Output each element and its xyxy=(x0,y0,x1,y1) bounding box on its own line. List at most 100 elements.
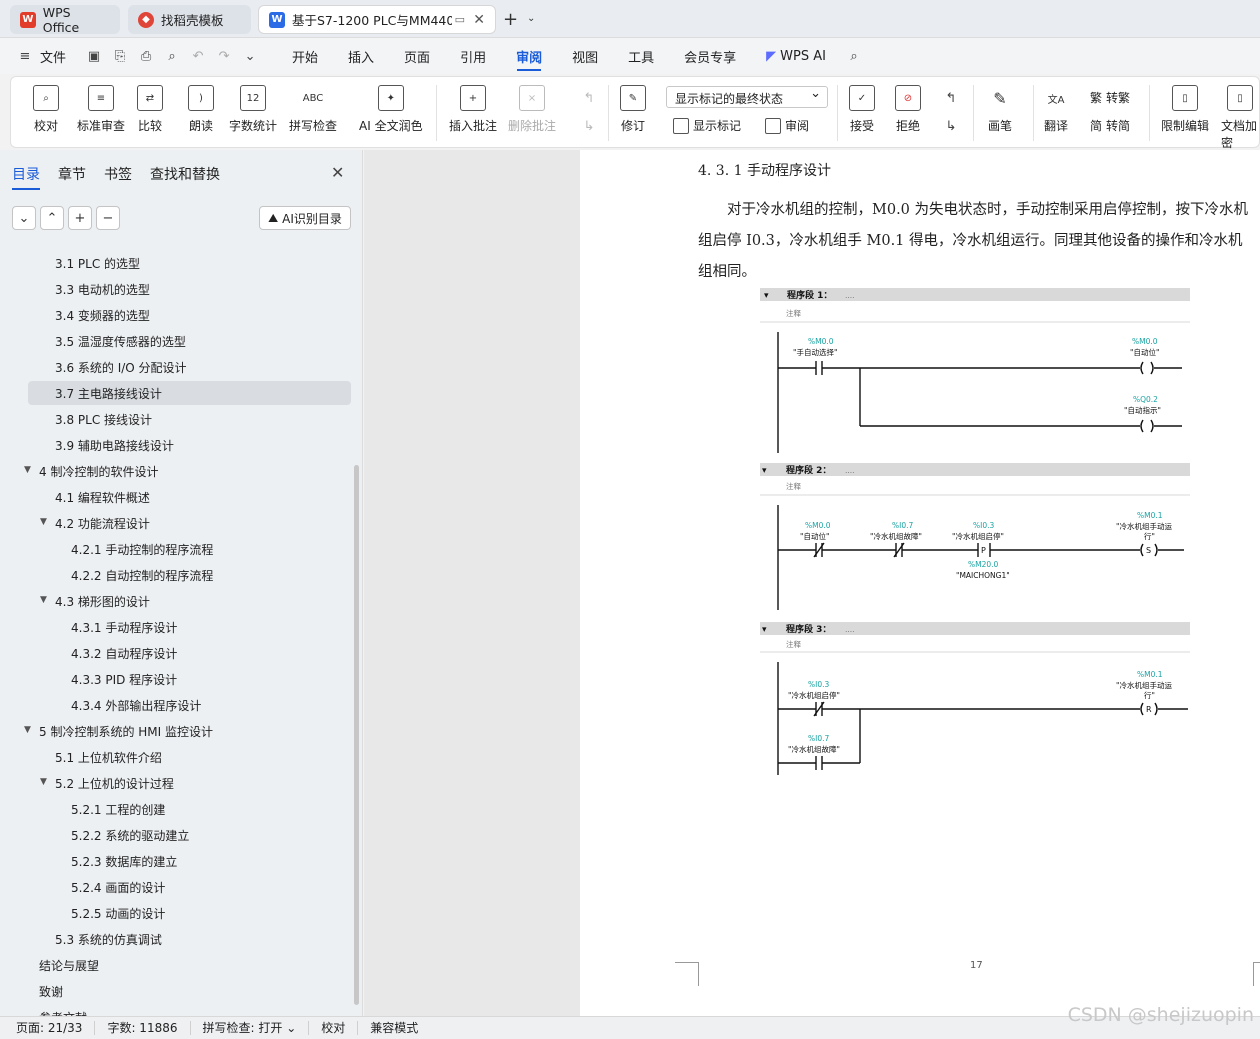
tab-bookmarks[interactable]: 书签 xyxy=(104,164,132,184)
collapse-arrow-icon[interactable]: ▼ xyxy=(24,465,31,475)
toc-item[interactable]: 4.1 编程软件概述 xyxy=(55,485,150,509)
markup-display-select[interactable]: 显示标记的最终状态 xyxy=(666,86,828,108)
collapse-arrow-icon[interactable]: ▼ xyxy=(40,777,47,787)
toc-item[interactable]: 5.2.5 动画的设计 xyxy=(71,901,165,925)
toc-item[interactable]: 4.3.2 自动程序设计 xyxy=(71,641,177,665)
to-traditional-button[interactable]: 繁 转繁 xyxy=(1090,89,1130,106)
close-icon[interactable]: ✕ xyxy=(331,163,344,182)
delete-comment-button[interactable]: × 删除批注 xyxy=(508,85,556,134)
toc-item[interactable]: 4 制冷控制的软件设计 xyxy=(39,459,158,483)
accept-button[interactable]: ✓ 接受 xyxy=(849,85,875,134)
toc-item[interactable]: 结论与展望 xyxy=(39,953,99,977)
tab-chapters[interactable]: 章节 xyxy=(58,164,86,184)
toc-item[interactable]: 3.3 电动机的选型 xyxy=(55,277,150,301)
toc-item[interactable]: 5.2.1 工程的创建 xyxy=(71,797,165,821)
ai-recognize-toc-button[interactable]: ⛰ AI识别目录 xyxy=(259,206,351,230)
tab-wps-office[interactable]: W WPS Office xyxy=(10,5,120,35)
tab-document[interactable]: W 基于S7-1200 PLC与MM440 ▭ ✕ xyxy=(258,5,496,34)
search-icon[interactable]: ⌕ xyxy=(843,45,865,67)
network-2-arrow-icon[interactable]: ▾ xyxy=(762,466,767,476)
track-changes-button[interactable]: ✎ 修订 xyxy=(620,85,646,134)
collapse-arrow-icon[interactable]: ▼ xyxy=(40,595,47,605)
network-3-arrow-icon[interactable]: ▾ xyxy=(762,625,767,635)
print-preview-icon[interactable]: ⌕ xyxy=(161,45,183,67)
toc-item[interactable]: 5.2 上位机的设计过程 xyxy=(55,771,174,795)
redo-icon[interactable]: ↷ xyxy=(213,45,235,67)
chevron-down-icon[interactable]: ⌄ xyxy=(239,45,261,67)
toc-item[interactable]: 4.3 梯形图的设计 xyxy=(55,589,150,613)
add-heading-icon[interactable]: + xyxy=(68,206,92,230)
insert-comment-button[interactable]: + 插入批注 xyxy=(449,85,497,134)
menu-references[interactable]: 引用 xyxy=(445,38,501,74)
proofread-button[interactable]: ⌕ 校对 xyxy=(33,85,59,134)
hamburger-icon[interactable]: ≡ xyxy=(14,45,36,67)
remove-heading-icon[interactable]: − xyxy=(96,206,120,230)
tab-toc[interactable]: 目录 xyxy=(12,164,40,190)
next-comment-icon[interactable]: ↳ xyxy=(578,115,600,137)
menu-review[interactable]: 审阅 xyxy=(501,38,557,74)
read-aloud-button[interactable]: ) 朗读 xyxy=(188,85,214,134)
toc-item[interactable]: 4.3.3 PID 程序设计 xyxy=(71,667,177,691)
undo-icon[interactable]: ↶ xyxy=(187,45,209,67)
spell-check-button[interactable]: ABC 拼写检查 xyxy=(289,85,337,134)
toc-item[interactable]: 致谢 xyxy=(39,979,63,1003)
collapse-arrow-icon[interactable]: ▼ xyxy=(24,725,31,735)
toc-item[interactable]: 参考文献 xyxy=(39,1005,87,1017)
toc-item[interactable]: 3.4 变频器的选型 xyxy=(55,303,150,327)
toc-item[interactable]: 4.2.1 手动控制的程序流程 xyxy=(71,537,213,561)
export-icon[interactable]: ⎘ xyxy=(109,45,131,67)
print-icon[interactable]: ⎙ xyxy=(135,45,157,67)
compare-button[interactable]: ⇄ 比较 xyxy=(137,85,163,134)
next-change-icon[interactable]: ↳ xyxy=(940,115,962,137)
chevron-down-icon[interactable]: ⌄ xyxy=(527,13,535,24)
prev-change-icon[interactable]: ↰ xyxy=(940,87,962,109)
toc-item[interactable]: 3.6 系统的 I/O 分配设计 xyxy=(55,355,187,379)
menu-tools[interactable]: 工具 xyxy=(613,38,669,74)
toc-item[interactable]: 4.3.4 外部输出程序设计 xyxy=(71,693,201,717)
menu-view[interactable]: 视图 xyxy=(557,38,613,74)
page-indicator[interactable]: 页面: 21/33 xyxy=(0,1021,96,1035)
menu-page[interactable]: 页面 xyxy=(389,38,445,74)
close-icon[interactable]: ✕ xyxy=(473,12,485,28)
standard-review-button[interactable]: ≡ 标准审查 xyxy=(77,85,125,134)
toc-item[interactable]: 5.1 上位机软件介绍 xyxy=(55,745,162,769)
to-simplified-button[interactable]: 简 转简 xyxy=(1090,117,1130,134)
toc-item[interactable]: 5.2.2 系统的驱动建立 xyxy=(71,823,189,847)
toc-item[interactable]: 3.8 PLC 接线设计 xyxy=(55,407,152,431)
save-icon[interactable]: ▣ xyxy=(83,45,105,67)
scrollbar[interactable] xyxy=(354,465,359,1005)
tab-find-replace[interactable]: 查找和替换 xyxy=(150,164,220,184)
toc-item[interactable]: 3.7 主电路接线设计 xyxy=(28,381,351,405)
new-tab-icon[interactable]: + xyxy=(503,9,518,30)
document-page[interactable]: 4. 3. 1 手动程序设计 对于冷水机组的控制，M0.0 为失电状态时，手动控… xyxy=(580,150,1260,1016)
toc-item[interactable]: 3.9 辅助电路接线设计 xyxy=(55,433,174,457)
word-count-indicator[interactable]: 字数: 11886 xyxy=(95,1021,191,1035)
word-count-button[interactable]: 12 字数统计 xyxy=(229,85,277,134)
encrypt-document-button[interactable]: ▯ 文档加密 xyxy=(1221,85,1259,151)
prev-comment-icon[interactable]: ↰ xyxy=(578,87,600,109)
toc-item[interactable]: 5.2.4 画面的设计 xyxy=(71,875,165,899)
menu-file[interactable]: 文件 xyxy=(38,38,81,74)
review-pane-button[interactable]: 审阅 xyxy=(765,117,809,134)
monitor-icon[interactable]: ▭ xyxy=(455,13,465,26)
reject-button[interactable]: ⊘ 拒绝 xyxy=(895,85,921,134)
spell-check-toggle[interactable]: 拼写检查: 打开 ⌄ xyxy=(191,1021,310,1035)
toc-item[interactable]: 3.5 温湿度传感器的选型 xyxy=(55,329,186,353)
collapse-all-icon[interactable]: ⌃ xyxy=(40,206,64,230)
proofread-status[interactable]: 校对 xyxy=(309,1021,359,1035)
toc-item[interactable]: 5.3 系统的仿真调试 xyxy=(55,927,162,951)
network-1-arrow-icon[interactable]: ▾ xyxy=(764,291,769,301)
toc-item[interactable]: 4.2.2 自动控制的程序流程 xyxy=(71,563,213,587)
menu-membership[interactable]: 会员专享 xyxy=(669,38,751,74)
translate-button[interactable]: 文A 翻译 xyxy=(1043,85,1069,134)
show-markup-button[interactable]: 显示标记 xyxy=(673,117,741,134)
menu-wps-ai[interactable]: ◤ WPS AI xyxy=(751,38,841,74)
toc-item[interactable]: 3.1 PLC 的选型 xyxy=(55,251,140,275)
expand-all-icon[interactable]: ⌄ xyxy=(12,206,36,230)
tab-docer-templates[interactable]: ◆ 找稻壳模板 xyxy=(128,5,251,34)
restrict-edit-button[interactable]: ▯ 限制编辑 xyxy=(1161,85,1209,134)
toc-item[interactable]: 4.2 功能流程设计 xyxy=(55,511,150,535)
menu-home[interactable]: 开始 xyxy=(277,38,333,74)
toc-item[interactable]: 5.2.3 数据库的建立 xyxy=(71,849,177,873)
pen-button[interactable]: ✎ 画笔 xyxy=(987,85,1013,134)
